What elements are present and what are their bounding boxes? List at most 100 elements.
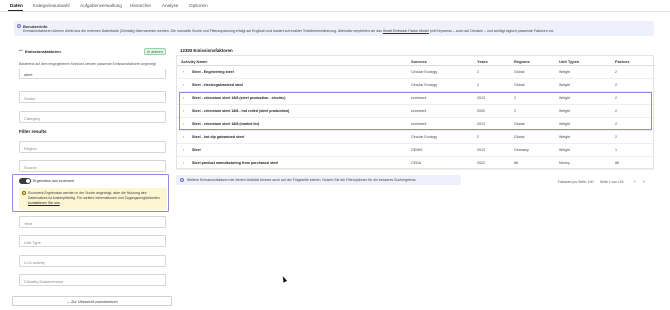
cell-factor: 2	[615, 122, 617, 127]
table-row[interactable]: › Steel - hot dip galvanized steel Circula…	[177, 131, 655, 144]
user-info-title: Benutzerinfo	[23, 23, 48, 29]
back-to-overview-button[interactable]: ← Zur Übersicht zurückkehren	[12, 296, 172, 306]
page-info: Seite 1 von 124	[600, 180, 624, 184]
unit-type-select[interactable]: Unit Type	[19, 235, 166, 247]
category-select[interactable]: Category	[19, 111, 166, 123]
expand-chevron-icon[interactable]: ›	[183, 161, 184, 165]
user-info-box: i Benutzerinfo Emissionsfaktoren können …	[14, 21, 654, 36]
cell-year: 2013	[477, 148, 485, 153]
cell-unit: Money	[559, 161, 570, 166]
sector-select[interactable]: Sector	[19, 91, 166, 103]
cell-region: Germany	[514, 148, 529, 153]
cell-unit: Weight	[559, 148, 571, 153]
cell-year: 2	[477, 83, 479, 88]
tab-aufgabenverwaltung[interactable]: Aufgabenverwaltung	[80, 3, 122, 8]
col-activity-name[interactable]: Activity Name	[181, 59, 207, 64]
tab-kategorieauswahl[interactable]: Kategorieauswahl	[33, 3, 70, 8]
active-tab-indicator	[8, 10, 23, 12]
climatiq-version-select[interactable]: Climatiq Datenversion	[19, 274, 166, 286]
expand-chevron-icon[interactable]: ›	[183, 83, 184, 87]
table-row[interactable]: › Steel GEMIS 2013 Germany Weight 1	[177, 144, 655, 157]
cell-region: 2	[514, 109, 516, 114]
toggle-knob	[26, 179, 30, 183]
keyword-input[interactable]: steel	[19, 69, 166, 79]
table-row[interactable]: › Steel - chromium steel 18/8 (steel prod…	[177, 92, 655, 105]
table-row[interactable]: › Steel - electrogalvanized steel Circular…	[177, 79, 655, 92]
cell-unit: Weight	[559, 83, 571, 88]
rows-per-page[interactable]: Faktoren pro Seite: 100	[558, 180, 593, 184]
expand-chevron-icon[interactable]: ›	[183, 109, 184, 113]
cell-source: ecoinvent	[411, 109, 427, 114]
tab-hierarchie[interactable]: Hierarchie	[130, 3, 151, 8]
cell-name: Steel - chromium steel 18/8 (market for)	[192, 122, 260, 127]
cell-factor: 86	[615, 161, 619, 166]
panel-title: Emissionsfaktoren	[25, 48, 61, 54]
cell-name: Steel - electrogalvanized steel	[192, 83, 244, 88]
cell-year: 2013	[477, 96, 485, 101]
smart-model-link[interactable]: Smart Emission Factor Model	[383, 29, 429, 33]
cell-source: GEMIS	[411, 148, 423, 153]
table-row[interactable]: › Steel - chromium steel 18/8 (market for…	[177, 118, 655, 131]
cell-year: 2	[477, 135, 479, 140]
cell-year: 2022	[477, 161, 485, 166]
expand-chevron-icon[interactable]: ›	[183, 148, 184, 152]
panel-subtitle: Basierend auf dem eingegebenen Keyword w…	[19, 62, 157, 66]
cell-source: ecoinvent	[411, 96, 427, 101]
cell-year: 2000	[477, 109, 485, 114]
lca-activity-select[interactable]: LCA activity	[19, 255, 166, 267]
tab-daten[interactable]: Daten	[10, 3, 23, 8]
cell-name: Steel - chromium steel 18/8 - hot rolled…	[192, 109, 290, 114]
table-row[interactable]: › Steel - chromium steel 18/8 - hot rolle…	[177, 105, 655, 118]
expand-chevron-icon[interactable]: ›	[183, 135, 184, 139]
col-unit-types[interactable]: Unit Types	[559, 59, 579, 64]
cell-name: Steel	[192, 148, 201, 153]
prev-page-icon[interactable]: ‹	[634, 179, 636, 185]
cell-source: Circular Ecology	[411, 70, 438, 75]
cell-year: 2013	[477, 122, 485, 127]
expand-chevron-icon[interactable]: ›	[183, 70, 184, 74]
ecoinvent-toggle[interactable]	[19, 178, 31, 184]
region-select[interactable]: Region	[19, 141, 166, 153]
cell-region: Global	[514, 135, 525, 140]
cell-region: Global	[514, 83, 525, 88]
mouse-cursor-icon	[280, 275, 288, 283]
cell-region: Global	[514, 70, 525, 75]
cell-unit: Weight	[559, 96, 571, 101]
col-factors[interactable]: Factors	[615, 59, 629, 64]
cell-unit: Weight	[559, 135, 571, 140]
cell-region: Global	[514, 122, 525, 127]
cell-source: ecoinvent	[411, 122, 427, 127]
cell-factor: 2	[615, 135, 617, 140]
year-select[interactable]: Year	[19, 216, 166, 228]
cell-unit: Weight	[559, 70, 571, 75]
col-regions[interactable]: Regions	[514, 59, 530, 64]
ecoinvent-section: Ergebnisse aus ecoinvent i Ecoinvent-Erg…	[12, 174, 169, 212]
expand-chevron-icon[interactable]: ›	[183, 96, 184, 100]
contact-us-link[interactable]: kontaktieren Sie uns	[28, 201, 60, 205]
col-years[interactable]: Years	[477, 59, 488, 64]
filter-results-heading: Filter results	[19, 129, 47, 134]
back-arrow-icon[interactable]: ↩	[19, 48, 23, 54]
ecoinvent-toggle-label: Ergebnisse aus ecoinvent	[33, 179, 75, 183]
table-row[interactable]: › Steel product manufacturing from purcha…	[177, 157, 655, 170]
cell-factor: 2	[615, 70, 617, 75]
emission-factors-table: Activity Name Sources Years Regions Unit…	[176, 55, 655, 170]
cell-name: Steel - chromium steel 18/8 (steel produ…	[192, 96, 286, 101]
cell-name: Steel product manufacturing from purchas…	[192, 161, 279, 166]
ecoinvent-warning-text: Ecoinvent-Ergebnisse werden in der Suche…	[28, 191, 160, 205]
table-row[interactable]: › Steel - Engineering steel Circular Ecolo…	[177, 66, 655, 79]
results-count-title: 12393 Emissionsfaktoren	[180, 48, 233, 53]
source-select[interactable]: Source	[19, 160, 166, 172]
ai-active-badge: KI aktiviert	[144, 48, 166, 55]
cell-factor: 2	[615, 83, 617, 88]
expand-chevron-icon[interactable]: ›	[183, 122, 184, 126]
user-info-text: Emissionsfaktoren können direkt aus der …	[23, 29, 555, 33]
more-results-note: i Weitere Emissionsfaktoren der letzten …	[176, 175, 461, 185]
next-page-icon[interactable]: ›	[643, 179, 645, 185]
tab-analyse[interactable]: Analyse	[162, 3, 178, 8]
cell-region: 86	[514, 161, 518, 166]
tab-optionen[interactable]: Optionen	[189, 3, 208, 8]
note-info-icon: i	[180, 177, 184, 182]
col-sources[interactable]: Sources	[411, 59, 427, 64]
ecoinvent-warning: i Ecoinvent-Ergebnisse werden in der Suc…	[19, 188, 167, 210]
